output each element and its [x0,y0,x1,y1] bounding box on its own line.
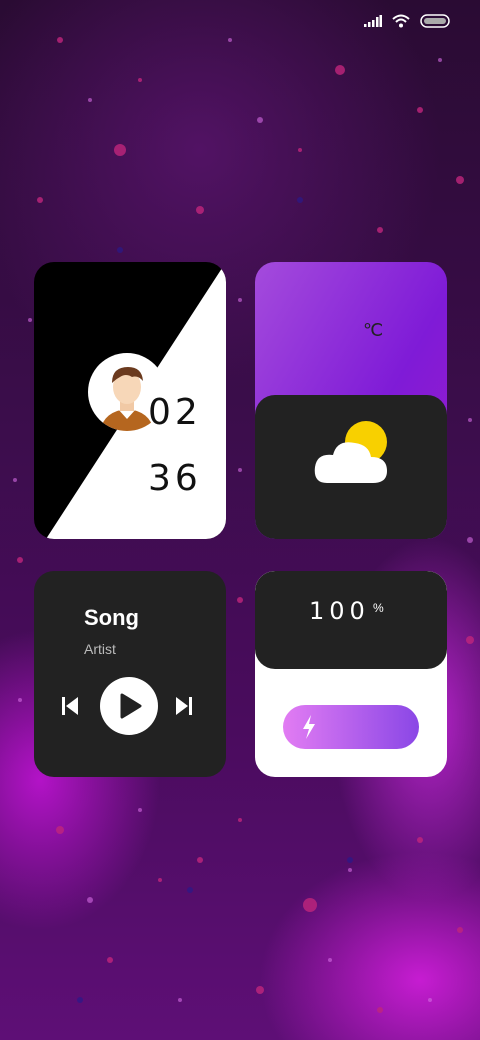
play-button[interactable] [100,677,158,735]
weather-widget[interactable]: ℃ [255,262,447,539]
clock-minutes: 36 [148,458,202,499]
charge-level-bar [283,705,419,749]
temperature-unit: ℃ [363,320,384,340]
signal-icon [364,15,382,27]
wifi-icon [392,14,410,28]
status-bar [364,14,450,28]
battery-icon [420,14,450,28]
play-icon [120,693,142,719]
clock-hours: 02 [148,392,202,433]
next-icon[interactable] [174,695,194,717]
weather-icon-panel [255,395,447,539]
lightning-bolt-icon [303,715,315,739]
percent-symbol: % [373,601,384,615]
artist-name: Artist [84,641,116,657]
song-title: Song [84,605,139,630]
clock-widget[interactable]: 02 36 [34,262,226,539]
battery-percent-panel: 100 % [255,571,447,669]
battery-widget[interactable]: 100 % [255,571,447,777]
battery-percent: 100 [309,597,370,625]
previous-icon[interactable] [60,695,80,717]
music-widget[interactable]: Song Artist [34,571,226,777]
partly-cloudy-icon [314,421,387,483]
